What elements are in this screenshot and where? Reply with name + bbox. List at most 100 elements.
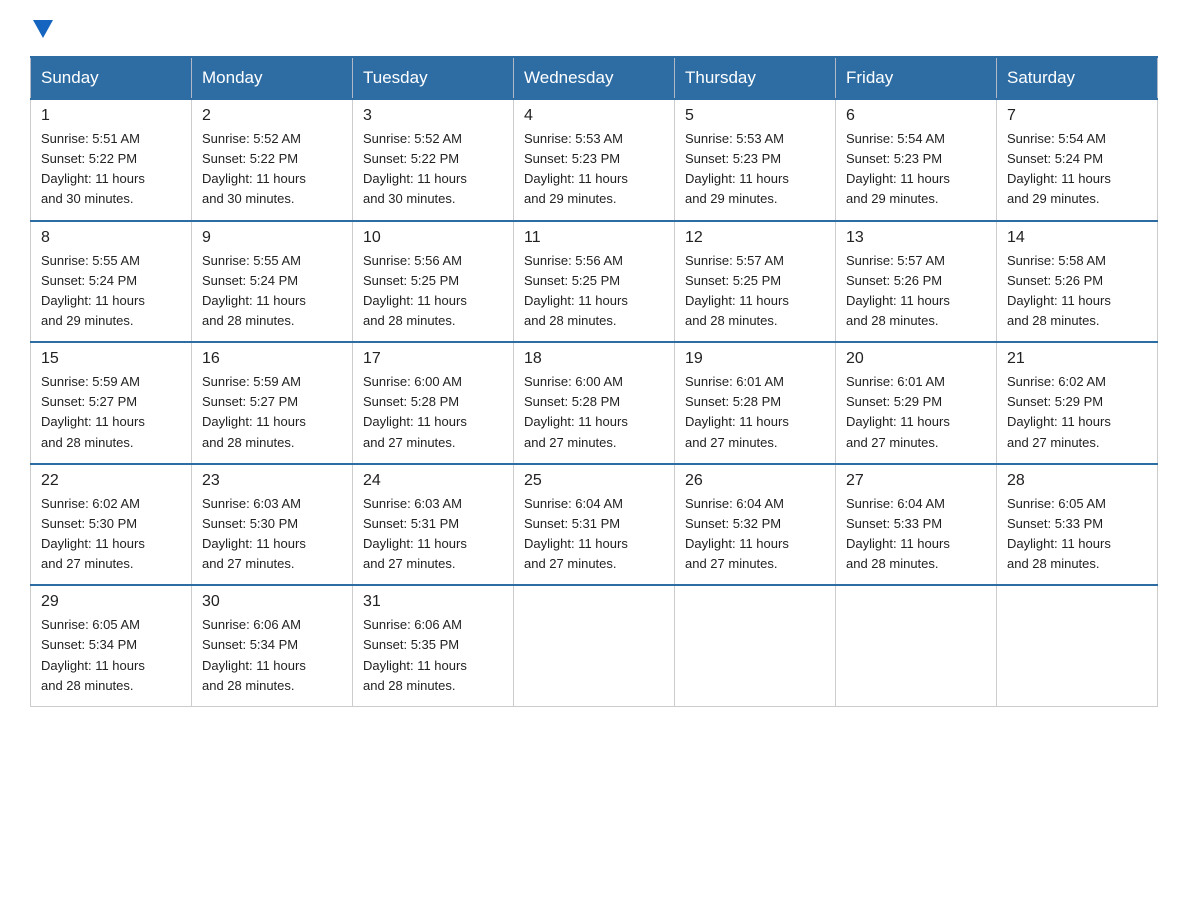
- logo-triangle-icon: [33, 20, 53, 38]
- day-info: Sunrise: 5:53 AMSunset: 5:23 PMDaylight:…: [685, 131, 789, 206]
- calendar-cell: 17 Sunrise: 6:00 AMSunset: 5:28 PMDaylig…: [353, 342, 514, 464]
- day-info: Sunrise: 5:55 AMSunset: 5:24 PMDaylight:…: [202, 253, 306, 328]
- day-info: Sunrise: 5:57 AMSunset: 5:25 PMDaylight:…: [685, 253, 789, 328]
- calendar-cell: [997, 585, 1158, 706]
- calendar-cell: 30 Sunrise: 6:06 AMSunset: 5:34 PMDaylig…: [192, 585, 353, 706]
- day-info: Sunrise: 5:54 AMSunset: 5:24 PMDaylight:…: [1007, 131, 1111, 206]
- calendar-cell: 18 Sunrise: 6:00 AMSunset: 5:28 PMDaylig…: [514, 342, 675, 464]
- day-number: 28: [1007, 472, 1147, 490]
- day-number: 21: [1007, 350, 1147, 368]
- day-info: Sunrise: 6:00 AMSunset: 5:28 PMDaylight:…: [363, 374, 467, 449]
- day-number: 24: [363, 472, 503, 490]
- calendar-cell: 26 Sunrise: 6:04 AMSunset: 5:32 PMDaylig…: [675, 464, 836, 586]
- day-number: 8: [41, 229, 181, 247]
- day-number: 25: [524, 472, 664, 490]
- day-number: 10: [363, 229, 503, 247]
- day-info: Sunrise: 6:02 AMSunset: 5:30 PMDaylight:…: [41, 496, 145, 571]
- calendar-cell: 27 Sunrise: 6:04 AMSunset: 5:33 PMDaylig…: [836, 464, 997, 586]
- calendar-header-wednesday: Wednesday: [514, 57, 675, 99]
- day-info: Sunrise: 6:01 AMSunset: 5:29 PMDaylight:…: [846, 374, 950, 449]
- calendar-cell: 16 Sunrise: 5:59 AMSunset: 5:27 PMDaylig…: [192, 342, 353, 464]
- day-number: 15: [41, 350, 181, 368]
- day-info: Sunrise: 6:05 AMSunset: 5:34 PMDaylight:…: [41, 617, 145, 692]
- day-info: Sunrise: 6:04 AMSunset: 5:33 PMDaylight:…: [846, 496, 950, 571]
- day-info: Sunrise: 5:54 AMSunset: 5:23 PMDaylight:…: [846, 131, 950, 206]
- day-number: 6: [846, 107, 986, 125]
- calendar-cell: [514, 585, 675, 706]
- calendar-cell: 28 Sunrise: 6:05 AMSunset: 5:33 PMDaylig…: [997, 464, 1158, 586]
- day-info: Sunrise: 5:52 AMSunset: 5:22 PMDaylight:…: [202, 131, 306, 206]
- day-info: Sunrise: 6:06 AMSunset: 5:35 PMDaylight:…: [363, 617, 467, 692]
- day-info: Sunrise: 6:05 AMSunset: 5:33 PMDaylight:…: [1007, 496, 1111, 571]
- day-number: 29: [41, 593, 181, 611]
- day-info: Sunrise: 6:04 AMSunset: 5:31 PMDaylight:…: [524, 496, 628, 571]
- calendar-cell: 22 Sunrise: 6:02 AMSunset: 5:30 PMDaylig…: [31, 464, 192, 586]
- calendar-cell: 1 Sunrise: 5:51 AMSunset: 5:22 PMDayligh…: [31, 99, 192, 221]
- calendar-cell: 10 Sunrise: 5:56 AMSunset: 5:25 PMDaylig…: [353, 221, 514, 343]
- day-number: 14: [1007, 229, 1147, 247]
- logo: [30, 20, 53, 38]
- day-number: 17: [363, 350, 503, 368]
- calendar-cell: [675, 585, 836, 706]
- calendar-cell: 11 Sunrise: 5:56 AMSunset: 5:25 PMDaylig…: [514, 221, 675, 343]
- calendar-cell: 23 Sunrise: 6:03 AMSunset: 5:30 PMDaylig…: [192, 464, 353, 586]
- day-number: 27: [846, 472, 986, 490]
- day-number: 31: [363, 593, 503, 611]
- calendar-header-tuesday: Tuesday: [353, 57, 514, 99]
- day-info: Sunrise: 5:56 AMSunset: 5:25 PMDaylight:…: [524, 253, 628, 328]
- day-info: Sunrise: 5:53 AMSunset: 5:23 PMDaylight:…: [524, 131, 628, 206]
- calendar-cell: 21 Sunrise: 6:02 AMSunset: 5:29 PMDaylig…: [997, 342, 1158, 464]
- day-info: Sunrise: 6:01 AMSunset: 5:28 PMDaylight:…: [685, 374, 789, 449]
- calendar-cell: 25 Sunrise: 6:04 AMSunset: 5:31 PMDaylig…: [514, 464, 675, 586]
- day-info: Sunrise: 6:00 AMSunset: 5:28 PMDaylight:…: [524, 374, 628, 449]
- day-number: 20: [846, 350, 986, 368]
- day-info: Sunrise: 5:59 AMSunset: 5:27 PMDaylight:…: [202, 374, 306, 449]
- day-info: Sunrise: 5:52 AMSunset: 5:22 PMDaylight:…: [363, 131, 467, 206]
- day-number: 7: [1007, 107, 1147, 125]
- calendar-cell: 14 Sunrise: 5:58 AMSunset: 5:26 PMDaylig…: [997, 221, 1158, 343]
- calendar-cell: 13 Sunrise: 5:57 AMSunset: 5:26 PMDaylig…: [836, 221, 997, 343]
- day-number: 13: [846, 229, 986, 247]
- day-info: Sunrise: 5:55 AMSunset: 5:24 PMDaylight:…: [41, 253, 145, 328]
- calendar-cell: 2 Sunrise: 5:52 AMSunset: 5:22 PMDayligh…: [192, 99, 353, 221]
- calendar-cell: 3 Sunrise: 5:52 AMSunset: 5:22 PMDayligh…: [353, 99, 514, 221]
- calendar-cell: 7 Sunrise: 5:54 AMSunset: 5:24 PMDayligh…: [997, 99, 1158, 221]
- calendar-cell: 6 Sunrise: 5:54 AMSunset: 5:23 PMDayligh…: [836, 99, 997, 221]
- day-number: 4: [524, 107, 664, 125]
- calendar-week-row: 1 Sunrise: 5:51 AMSunset: 5:22 PMDayligh…: [31, 99, 1158, 221]
- calendar-week-row: 29 Sunrise: 6:05 AMSunset: 5:34 PMDaylig…: [31, 585, 1158, 706]
- day-number: 19: [685, 350, 825, 368]
- calendar-header-friday: Friday: [836, 57, 997, 99]
- calendar-week-row: 15 Sunrise: 5:59 AMSunset: 5:27 PMDaylig…: [31, 342, 1158, 464]
- day-info: Sunrise: 6:06 AMSunset: 5:34 PMDaylight:…: [202, 617, 306, 692]
- day-info: Sunrise: 5:59 AMSunset: 5:27 PMDaylight:…: [41, 374, 145, 449]
- day-info: Sunrise: 5:56 AMSunset: 5:25 PMDaylight:…: [363, 253, 467, 328]
- day-info: Sunrise: 5:58 AMSunset: 5:26 PMDaylight:…: [1007, 253, 1111, 328]
- day-info: Sunrise: 6:02 AMSunset: 5:29 PMDaylight:…: [1007, 374, 1111, 449]
- day-number: 18: [524, 350, 664, 368]
- calendar-cell: 9 Sunrise: 5:55 AMSunset: 5:24 PMDayligh…: [192, 221, 353, 343]
- day-number: 9: [202, 229, 342, 247]
- calendar-cell: 24 Sunrise: 6:03 AMSunset: 5:31 PMDaylig…: [353, 464, 514, 586]
- calendar-cell: 4 Sunrise: 5:53 AMSunset: 5:23 PMDayligh…: [514, 99, 675, 221]
- day-number: 26: [685, 472, 825, 490]
- day-info: Sunrise: 5:51 AMSunset: 5:22 PMDaylight:…: [41, 131, 145, 206]
- calendar-table: SundayMondayTuesdayWednesdayThursdayFrid…: [30, 56, 1158, 707]
- day-number: 22: [41, 472, 181, 490]
- calendar-cell: 15 Sunrise: 5:59 AMSunset: 5:27 PMDaylig…: [31, 342, 192, 464]
- calendar-cell: 29 Sunrise: 6:05 AMSunset: 5:34 PMDaylig…: [31, 585, 192, 706]
- calendar-header-saturday: Saturday: [997, 57, 1158, 99]
- calendar-cell: 19 Sunrise: 6:01 AMSunset: 5:28 PMDaylig…: [675, 342, 836, 464]
- calendar-week-row: 8 Sunrise: 5:55 AMSunset: 5:24 PMDayligh…: [31, 221, 1158, 343]
- page-header: [30, 20, 1158, 38]
- day-number: 30: [202, 593, 342, 611]
- day-info: Sunrise: 6:04 AMSunset: 5:32 PMDaylight:…: [685, 496, 789, 571]
- calendar-header-sunday: Sunday: [31, 57, 192, 99]
- calendar-cell: [836, 585, 997, 706]
- calendar-cell: 31 Sunrise: 6:06 AMSunset: 5:35 PMDaylig…: [353, 585, 514, 706]
- day-number: 5: [685, 107, 825, 125]
- day-number: 11: [524, 229, 664, 247]
- calendar-header-monday: Monday: [192, 57, 353, 99]
- day-info: Sunrise: 5:57 AMSunset: 5:26 PMDaylight:…: [846, 253, 950, 328]
- calendar-cell: 12 Sunrise: 5:57 AMSunset: 5:25 PMDaylig…: [675, 221, 836, 343]
